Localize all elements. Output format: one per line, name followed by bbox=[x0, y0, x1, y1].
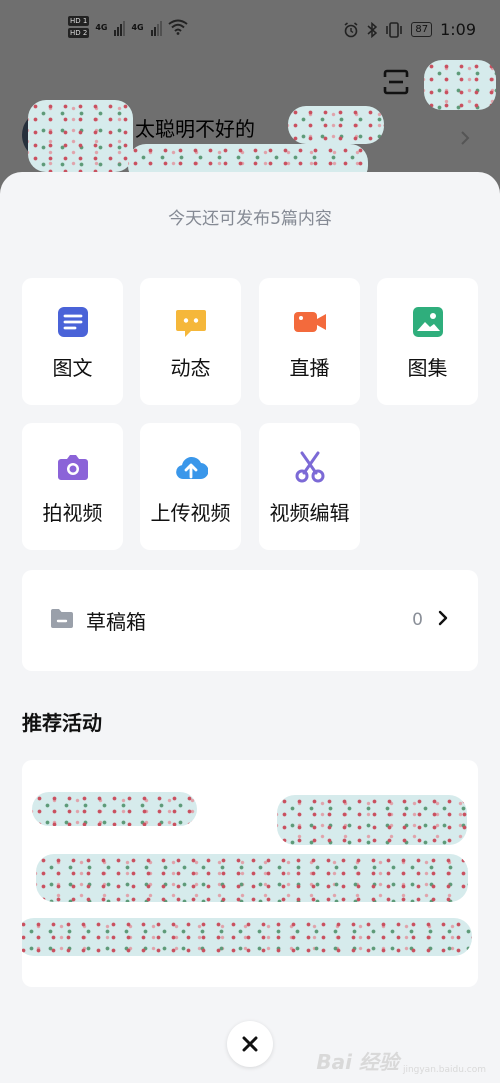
camera-icon bbox=[57, 455, 88, 480]
recommend-title: 推荐活动 bbox=[22, 711, 102, 735]
recommended-activity-card[interactable] bbox=[22, 760, 478, 987]
hd-badge-2: HD 2 bbox=[68, 28, 90, 38]
publish-sheet: 今天还可发布5篇内容 图文 动态 直播 图集 拍视频 上传视频 视频编辑 草稿箱… bbox=[0, 172, 500, 1083]
quota-text: 今天还可发布5篇内容 bbox=[168, 209, 332, 229]
redacted-content bbox=[36, 854, 468, 902]
vibrate-icon bbox=[386, 21, 403, 38]
publish-live-tile[interactable]: 直播 bbox=[259, 278, 360, 405]
scan-icon[interactable] bbox=[382, 68, 410, 96]
publish-moment-tile[interactable]: 动态 bbox=[140, 278, 241, 405]
upload-video-tile[interactable]: 上传视频 bbox=[140, 423, 241, 550]
clock: 1:09 bbox=[440, 20, 476, 39]
image-icon bbox=[412, 307, 443, 337]
close-icon bbox=[242, 1036, 258, 1052]
tile-label: 动态 bbox=[170, 356, 211, 380]
tile-label: 上传视频 bbox=[150, 501, 231, 525]
redacted-header-right bbox=[424, 60, 496, 110]
tile-label: 视频编辑 bbox=[269, 501, 350, 525]
redacted-content bbox=[277, 795, 467, 845]
publish-article-tile[interactable]: 图文 bbox=[22, 278, 123, 405]
drafts-row[interactable]: 草稿箱 0 bbox=[22, 570, 478, 671]
battery-level: 87 bbox=[411, 22, 433, 37]
wifi-icon bbox=[168, 19, 188, 35]
tile-label: 拍视频 bbox=[42, 501, 103, 525]
hd-badges: HD 1 HD 2 bbox=[68, 16, 90, 38]
watermark-sub: jingyan.baidu.com bbox=[402, 1065, 486, 1075]
redacted-username-right bbox=[288, 106, 384, 144]
signal-icon-2 bbox=[150, 18, 162, 36]
tile-label: 图文 bbox=[52, 356, 93, 380]
drafts-count: 0 bbox=[412, 610, 423, 630]
username: 太聪明不好的 bbox=[135, 117, 255, 141]
bluetooth-icon bbox=[367, 21, 378, 38]
redacted-content bbox=[22, 918, 472, 956]
redacted-content bbox=[32, 792, 197, 826]
network-label-2: 4G bbox=[131, 22, 144, 32]
hd-badge-1: HD 1 bbox=[68, 16, 90, 26]
folder-icon bbox=[51, 609, 73, 628]
video-camera-icon bbox=[293, 312, 326, 332]
tile-label: 直播 bbox=[289, 356, 330, 380]
watermark: Bai 经验 jingyan.baidu.com bbox=[316, 1046, 486, 1075]
chevron-right-icon[interactable] bbox=[460, 130, 470, 146]
close-button[interactable] bbox=[227, 1021, 273, 1067]
redacted-avatar-area bbox=[28, 100, 133, 172]
video-edit-tile[interactable]: 视频编辑 bbox=[259, 423, 360, 550]
network-label-1: 4G bbox=[95, 22, 108, 32]
signal-icon bbox=[114, 18, 126, 36]
article-icon bbox=[57, 307, 88, 337]
chevron-right-icon bbox=[438, 610, 448, 626]
drafts-label: 草稿箱 bbox=[86, 610, 146, 634]
cloud-upload-icon bbox=[175, 457, 208, 480]
publish-gallery-tile[interactable]: 图集 bbox=[377, 278, 478, 405]
watermark-main: Bai 经验 bbox=[316, 1050, 399, 1074]
tile-label: 图集 bbox=[407, 356, 448, 380]
status-bar: HD 1 HD 2 4G 4G 87 1:09 bbox=[0, 0, 500, 60]
scissors-icon bbox=[295, 451, 324, 483]
alarm-icon bbox=[344, 21, 358, 37]
shoot-video-tile[interactable]: 拍视频 bbox=[22, 423, 123, 550]
chat-bubble-icon bbox=[175, 310, 206, 337]
